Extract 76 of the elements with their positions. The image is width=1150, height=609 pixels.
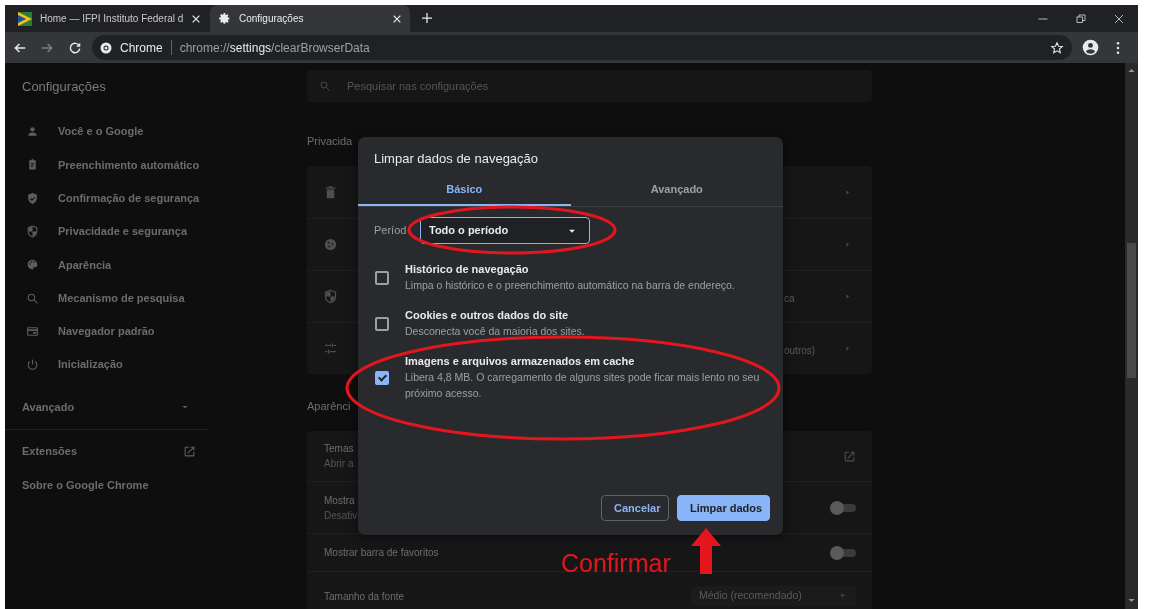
option-description: Desconecta você da maioria dos sites.: [405, 324, 585, 339]
sidebar-item[interactable]: Mecanismo de pesquisa: [5, 281, 208, 315]
arrow: [691, 528, 721, 574]
row-title: Temas: [324, 442, 354, 456]
scroll-down-icon[interactable]: [1127, 596, 1136, 605]
row-subtitle: Desativ: [324, 508, 358, 523]
option-description: Limpa o histórico e o preenchimento automático na barra de endereço.: [405, 278, 735, 293]
power-icon: [26, 358, 39, 372]
shield-icon: [26, 225, 39, 239]
field-label: Períod: [374, 223, 408, 239]
sidebar-item[interactable]: Navegador padrão: [5, 314, 208, 349]
cookie-icon: [323, 237, 338, 252]
option-title: Histórico de navegação: [405, 262, 530, 277]
dialog-tab[interactable]: Básico: [358, 175, 571, 206]
scroll-up-icon[interactable]: [1127, 66, 1136, 75]
row-text: outros): [784, 343, 816, 356]
sidebar-item[interactable]: Você e o Google: [5, 115, 208, 149]
row-title: Tamanho da fonte: [324, 589, 405, 604]
flag-icon: [18, 11, 32, 26]
search-icon: [319, 80, 331, 92]
option-description: Libera 4,8 MB. O carregamento de alguns sites pode ficar mais lento no seu próximo acesso.: [405, 370, 761, 401]
trash-icon: [323, 184, 338, 200]
account-icon[interactable]: [1082, 39, 1099, 56]
font-size-select[interactable]: Médio (recomendado): [691, 585, 856, 606]
window-icon: [26, 324, 39, 338]
option-title: Cookies e outros dados do site: [405, 308, 570, 323]
browser-tab[interactable]: Home — IFPI Instituto Federal d: [10, 5, 205, 32]
address-bar[interactable]: Chrome chrome://settings/clearBrowserData: [92, 35, 1072, 60]
annotation-label: Confirmar: [561, 548, 671, 578]
advanced-toggle[interactable]: Avançado: [5, 385, 208, 430]
section-heading: Aparênci: [307, 400, 351, 412]
checkbox[interactable]: [375, 370, 389, 385]
palette-icon: [26, 258, 39, 272]
browser-tab[interactable]: Configurações: [210, 5, 410, 32]
sliders-icon: [323, 341, 338, 356]
gear-icon: [218, 12, 231, 25]
checkbox[interactable]: [375, 270, 389, 285]
confirm-button[interactable]: Limpar dados: [677, 495, 770, 521]
cancel-button[interactable]: Cancelar: [601, 495, 669, 521]
close-icon[interactable]: [1113, 12, 1125, 25]
row-title: Mostrar barra de favoritos: [324, 546, 439, 560]
sidebar-item[interactable]: Privacidade e segurança: [5, 214, 208, 249]
dialog-tab[interactable]: Avançado: [570, 175, 783, 206]
toggle-switch[interactable]: [830, 500, 856, 515]
sidebar-item[interactable]: Preenchimento automático: [5, 148, 208, 182]
reload-icon[interactable]: [68, 40, 82, 55]
page-title: Configurações: [21, 78, 107, 96]
sidebar-item[interactable]: Confirmação de segurança: [5, 181, 208, 215]
option-title: Imagens e arquivos armazenados em cache: [405, 354, 636, 369]
scrollbar[interactable]: [1125, 63, 1138, 609]
search-field[interactable]: Pesquisar nas configurações: [307, 70, 872, 102]
person-icon: [26, 125, 39, 139]
globe-icon: [100, 41, 112, 54]
dialog-title: Limpar dados de navegação: [373, 150, 540, 168]
sidebar-item[interactable]: Inicialização: [5, 348, 208, 382]
star-icon[interactable]: [1050, 40, 1064, 55]
toggle-switch[interactable]: [830, 545, 856, 560]
close-icon[interactable]: [392, 13, 402, 24]
shield-check-icon: [26, 191, 39, 205]
url-text: chrome://settings/clearBrowserData: [179, 39, 370, 57]
row-title: Mostra: [324, 493, 356, 508]
site-label: Chrome: [120, 39, 163, 57]
scrollbar-thumb[interactable]: [1127, 243, 1136, 378]
section-heading: Privacida: [307, 135, 353, 147]
search-icon: [26, 291, 39, 305]
shield-icon: [323, 289, 338, 304]
close-icon[interactable]: [191, 13, 202, 24]
restore-icon[interactable]: [1075, 12, 1087, 25]
plus-icon[interactable]: [421, 12, 433, 24]
sidebar-link[interactable]: Extensões: [5, 434, 208, 469]
clipboard-icon: [26, 158, 39, 172]
sidebar-item[interactable]: Aparência: [5, 248, 208, 282]
sidebar-link[interactable]: Sobre o Google Chrome: [5, 468, 208, 503]
period-select[interactable]: Todo o período: [420, 217, 590, 244]
row-text: ca: [784, 291, 795, 304]
checkbox[interactable]: [375, 316, 389, 331]
